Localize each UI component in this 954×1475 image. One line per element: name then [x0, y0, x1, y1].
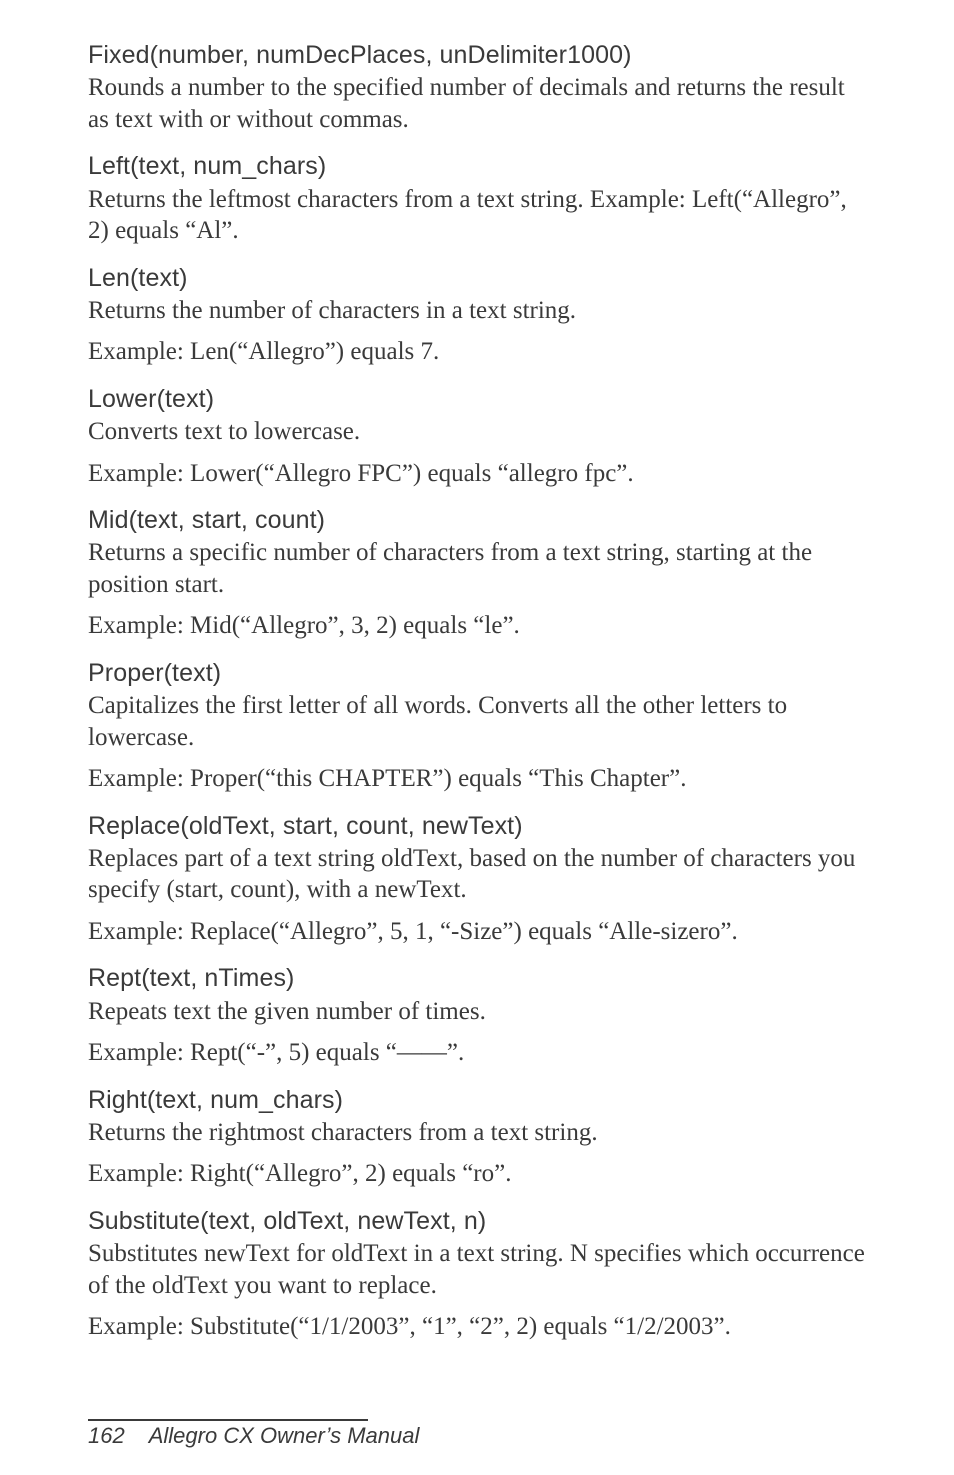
- function-heading: Proper(text): [88, 658, 866, 689]
- body-paragraph: Example: Proper(“this CHAPTER”) equals “…: [88, 763, 866, 795]
- body-paragraph: Example: Mid(“Allegro”, 3, 2) equals “le…: [88, 610, 866, 642]
- body-paragraph: Example: Rept(“-”, 5) equals “——”.: [88, 1037, 866, 1069]
- body-paragraph: Returns the number of characters in a te…: [88, 295, 866, 327]
- function-heading: Substitute(text, oldText, newText, n): [88, 1206, 866, 1237]
- body-paragraph: Example: Lower(“Allegro FPC”) equals “al…: [88, 458, 866, 490]
- function-section: Rept(text, nTimes)Repeats text the given…: [88, 963, 866, 1068]
- body-paragraph: Replaces part of a text string oldText, …: [88, 843, 866, 906]
- function-heading: Left(text, num_chars): [88, 151, 866, 182]
- function-section: Len(text)Returns the number of character…: [88, 263, 866, 368]
- function-section: Left(text, num_chars)Returns the leftmos…: [88, 151, 866, 246]
- body-paragraph: Example: Substitute(“1/1/2003”, “1”, “2”…: [88, 1311, 866, 1343]
- body-paragraph: Repeats text the given number of times.: [88, 996, 866, 1028]
- body-paragraph: Capitalizes the first letter of all word…: [88, 690, 866, 753]
- function-section: Proper(text)Capitalizes the first letter…: [88, 658, 866, 795]
- page-number: 162: [88, 1423, 125, 1449]
- function-section: Lower(text)Converts text to lowercase. Ex…: [88, 384, 866, 489]
- footer-rule: [88, 1419, 368, 1421]
- function-heading: Rept(text, nTimes): [88, 963, 866, 994]
- body-paragraph: Returns the leftmost characters from a t…: [88, 184, 866, 247]
- body-paragraph: Substitutes newText for oldText in a tex…: [88, 1238, 866, 1301]
- body-paragraph: Returns a specific number of characters …: [88, 537, 866, 600]
- function-heading: Right(text, num_chars): [88, 1085, 866, 1116]
- content: Fixed(number, numDecPlaces, unDelimiter1…: [88, 40, 866, 1343]
- function-section: Fixed(number, numDecPlaces, unDelimiter1…: [88, 40, 866, 135]
- body-paragraph: Example: Replace(“Allegro”, 5, 1, “-Size…: [88, 916, 866, 948]
- function-section: Substitute(text, oldText, newText, n)Sub…: [88, 1206, 866, 1343]
- manual-title: Allegro CX Owner’s Manual: [149, 1423, 420, 1448]
- function-heading: Lower(text): [88, 384, 866, 415]
- body-paragraph: Example: Len(“Allegro”) equals 7.: [88, 336, 866, 368]
- function-section: Replace(oldText, start, count, newText)R…: [88, 811, 866, 948]
- page-footer: 162 Allegro CX Owner’s Manual: [88, 1419, 866, 1449]
- function-heading: Mid(text, start, count): [88, 505, 866, 536]
- body-paragraph: Converts text to lowercase.: [88, 416, 866, 448]
- body-paragraph: Returns the rightmost characters from a …: [88, 1117, 866, 1149]
- function-section: Right(text, num_chars)Returns the rightm…: [88, 1085, 866, 1190]
- body-paragraph: Example: Right(“Allegro”, 2) equals “ro”…: [88, 1158, 866, 1190]
- function-heading: Fixed(number, numDecPlaces, unDelimiter1…: [88, 40, 866, 71]
- function-heading: Replace(oldText, start, count, newText): [88, 811, 866, 842]
- body-paragraph: Rounds a number to the specified number …: [88, 72, 866, 135]
- function-heading: Len(text): [88, 263, 866, 294]
- page: Fixed(number, numDecPlaces, unDelimiter1…: [0, 0, 954, 1475]
- function-section: Mid(text, start, count)Returns a specifi…: [88, 505, 866, 642]
